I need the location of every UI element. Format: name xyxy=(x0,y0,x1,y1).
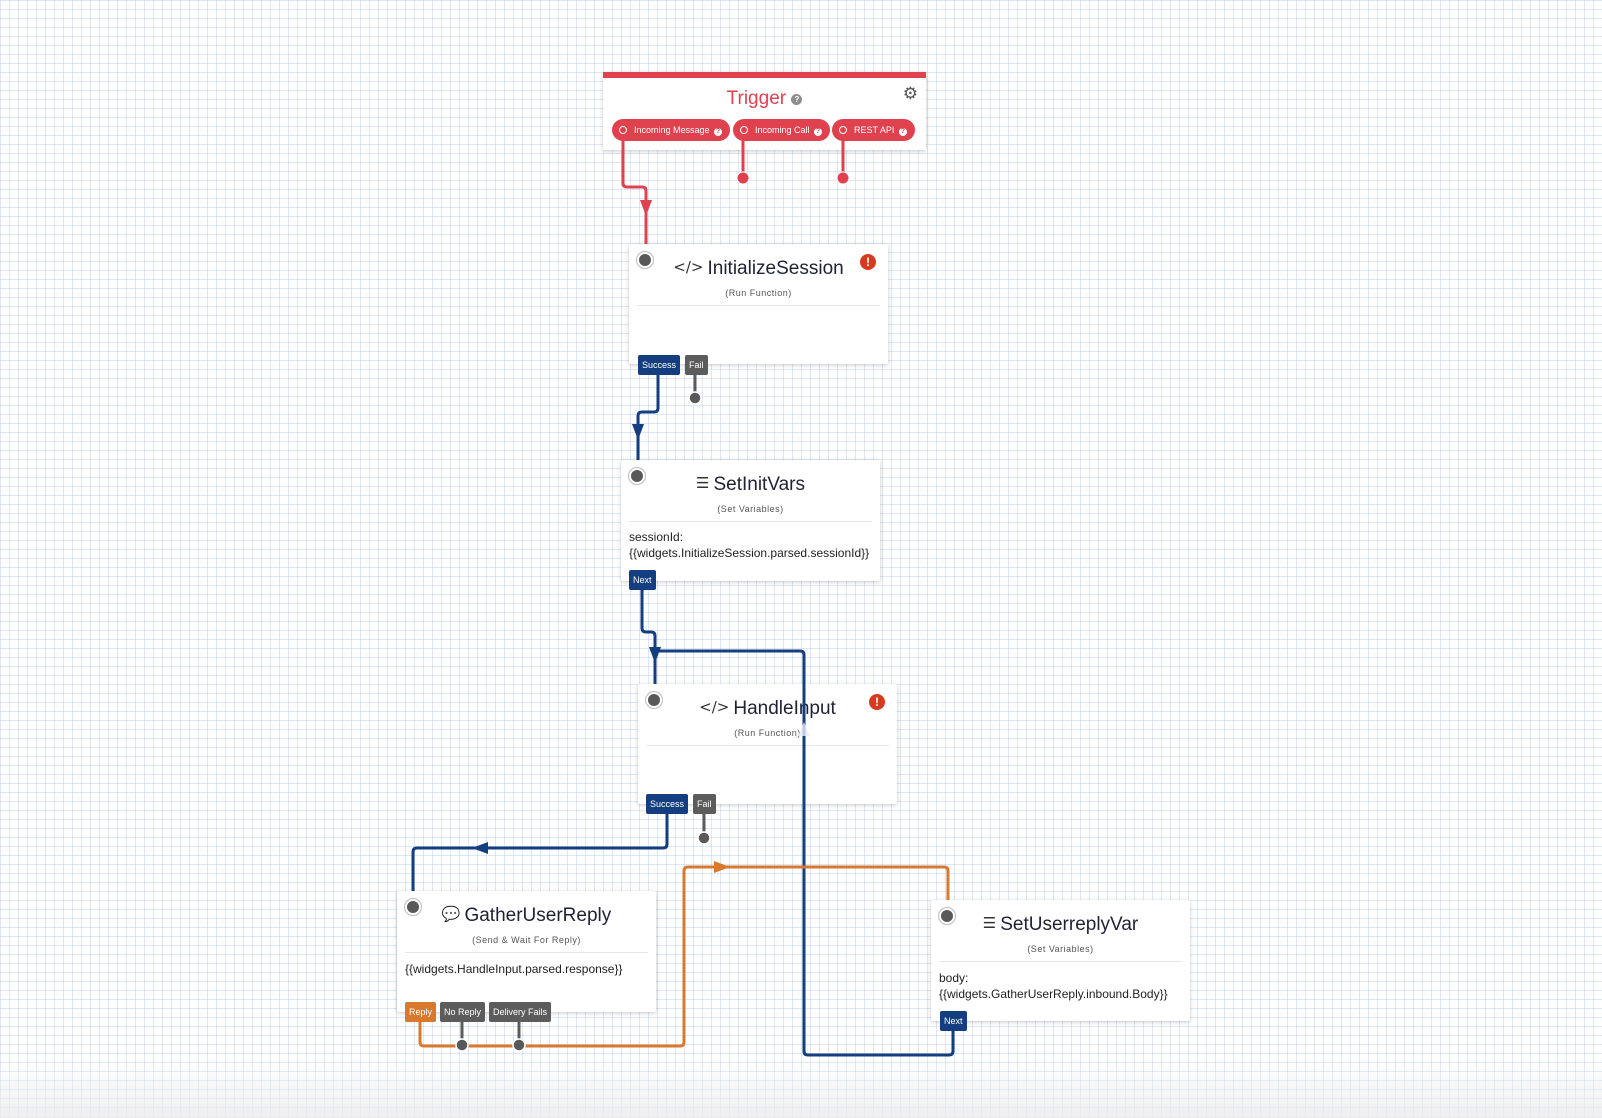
gear-icon[interactable]: ⚙ xyxy=(903,84,918,104)
trigger-header-bar xyxy=(603,72,926,78)
trigger-input-label: Incoming Message xyxy=(634,125,710,135)
variable-value: {{widgets.InitializeSession.parsed.sessi… xyxy=(629,546,870,560)
wire-handleinput-success[interactable] xyxy=(411,814,669,891)
help-icon[interactable]: ? xyxy=(814,128,823,136)
widget-body: body: {{widgets.GatherUserReply.inbound.… xyxy=(939,970,1168,1002)
output-connector-handleinput-fail[interactable] xyxy=(697,831,711,845)
error-icon[interactable]: ! xyxy=(860,254,876,270)
widget-body: sessionId: {{widgets.InitializeSession.p… xyxy=(629,529,869,561)
help-icon[interactable]: ? xyxy=(714,128,723,136)
output-connector-incoming-call[interactable] xyxy=(736,171,750,185)
trigger-incoming-call[interactable]: Incoming Call ? xyxy=(733,119,831,141)
widget-type: (Set Variables) xyxy=(717,504,784,514)
message-body: {{widgets.HandleInput.parsed.response}} xyxy=(405,962,623,976)
widget-gather-user-reply[interactable]: 💬 GatherUserReply (Send & Wait For Reply)… xyxy=(397,891,656,1012)
widget-initialize-session[interactable]: </> InitializeSession ! (Run Function) xyxy=(629,244,888,364)
set-variables-icon: ☰ xyxy=(696,474,710,492)
transition-success[interactable]: Success xyxy=(646,794,689,814)
canvas-bottom-fade xyxy=(0,1058,1602,1118)
transition-next[interactable]: Next xyxy=(940,1011,967,1031)
trigger-input-label: Incoming Call xyxy=(755,125,810,135)
widget-title: 💬 GatherUserReply xyxy=(397,905,656,927)
trigger-input-label: REST API xyxy=(854,125,895,135)
trigger-rest-api[interactable]: REST API ? xyxy=(832,119,915,141)
widget-title-text: SetInitVars xyxy=(713,474,805,495)
wire-incoming-message[interactable] xyxy=(621,140,648,244)
error-icon[interactable]: ! xyxy=(869,694,885,710)
variable-value: {{widgets.GatherUserReply.inbound.Body}} xyxy=(939,987,1168,1001)
variable-key: body: xyxy=(939,971,969,985)
trigger-incoming-message[interactable]: Incoming Message ? xyxy=(612,119,731,141)
widget-title-text: InitializeSession xyxy=(707,258,844,279)
transition-reply[interactable]: Reply xyxy=(405,1002,437,1022)
output-connector-rest-api[interactable] xyxy=(836,171,850,185)
chat-bubble-icon: 💬 xyxy=(441,905,461,923)
widget-handle-input[interactable]: </> HandleInput ! (Run Function) xyxy=(638,684,897,804)
widget-type: (Send & Wait For Reply) xyxy=(472,935,581,945)
wire-arrow-icon xyxy=(714,861,730,873)
wire-init-success[interactable] xyxy=(636,375,660,460)
wire-arrow-icon xyxy=(640,200,652,216)
widget-title-text: GatherUserReply xyxy=(464,905,612,926)
widget-title-text: SetUserreplyVar xyxy=(1000,914,1139,935)
widget-type: (Set Variables) xyxy=(1027,944,1094,954)
wire-setinitvars-next[interactable] xyxy=(640,590,657,684)
widget-body: {{widgets.HandleInput.parsed.response}} xyxy=(405,961,623,977)
widget-title: ☰ SetInitVars xyxy=(621,474,880,496)
divider xyxy=(939,961,1182,962)
transition-no-reply[interactable]: No Reply xyxy=(440,1002,486,1022)
widget-set-init-vars[interactable]: ☰ SetInitVars (Set Variables) sessionId: … xyxy=(621,460,880,581)
transition-fail[interactable]: Fail xyxy=(685,355,708,375)
trigger-widget[interactable]: Trigger ? ⚙ Incoming Message ? Incoming … xyxy=(603,72,926,150)
variable-key: sessionId: xyxy=(629,530,684,544)
wire-arrow-icon xyxy=(472,842,488,854)
divider xyxy=(637,305,880,306)
output-connector-init-fail[interactable] xyxy=(688,391,702,405)
set-variables-icon: ☰ xyxy=(982,914,997,932)
widget-type: (Run Function) xyxy=(734,728,801,738)
widget-title: ☰ SetUserreplyVar xyxy=(931,914,1190,936)
radio-ring-icon xyxy=(740,126,748,134)
widget-title-text: HandleInput xyxy=(733,698,836,719)
divider xyxy=(629,521,872,522)
output-connector-delivery-fails[interactable] xyxy=(512,1038,526,1052)
help-icon[interactable]: ? xyxy=(791,94,803,105)
divider xyxy=(646,745,889,746)
code-icon: </> xyxy=(699,698,730,716)
widget-title: </> InitializeSession xyxy=(629,258,888,280)
wire-arrow-icon xyxy=(632,424,644,440)
radio-ring-icon xyxy=(619,126,627,134)
transition-success[interactable]: Success xyxy=(638,355,681,375)
radio-ring-icon xyxy=(839,126,847,134)
wire-arrow-icon xyxy=(649,647,661,663)
transition-fail[interactable]: Fail xyxy=(693,794,716,814)
widget-set-userreply-var[interactable]: ☰ SetUserreplyVar (Set Variables) body: {… xyxy=(931,900,1190,1021)
help-icon[interactable]: ? xyxy=(898,128,907,136)
widget-type: (Run Function) xyxy=(725,288,792,298)
widget-title: </> HandleInput xyxy=(638,698,897,720)
output-connector-no-reply[interactable] xyxy=(455,1038,469,1052)
trigger-title: Trigger ? xyxy=(603,88,926,110)
divider xyxy=(405,952,648,953)
transition-delivery-fails[interactable]: Delivery Fails xyxy=(489,1002,552,1022)
trigger-title-text: Trigger xyxy=(726,88,787,109)
transition-next[interactable]: Next xyxy=(629,570,656,590)
code-icon: </> xyxy=(673,258,704,276)
